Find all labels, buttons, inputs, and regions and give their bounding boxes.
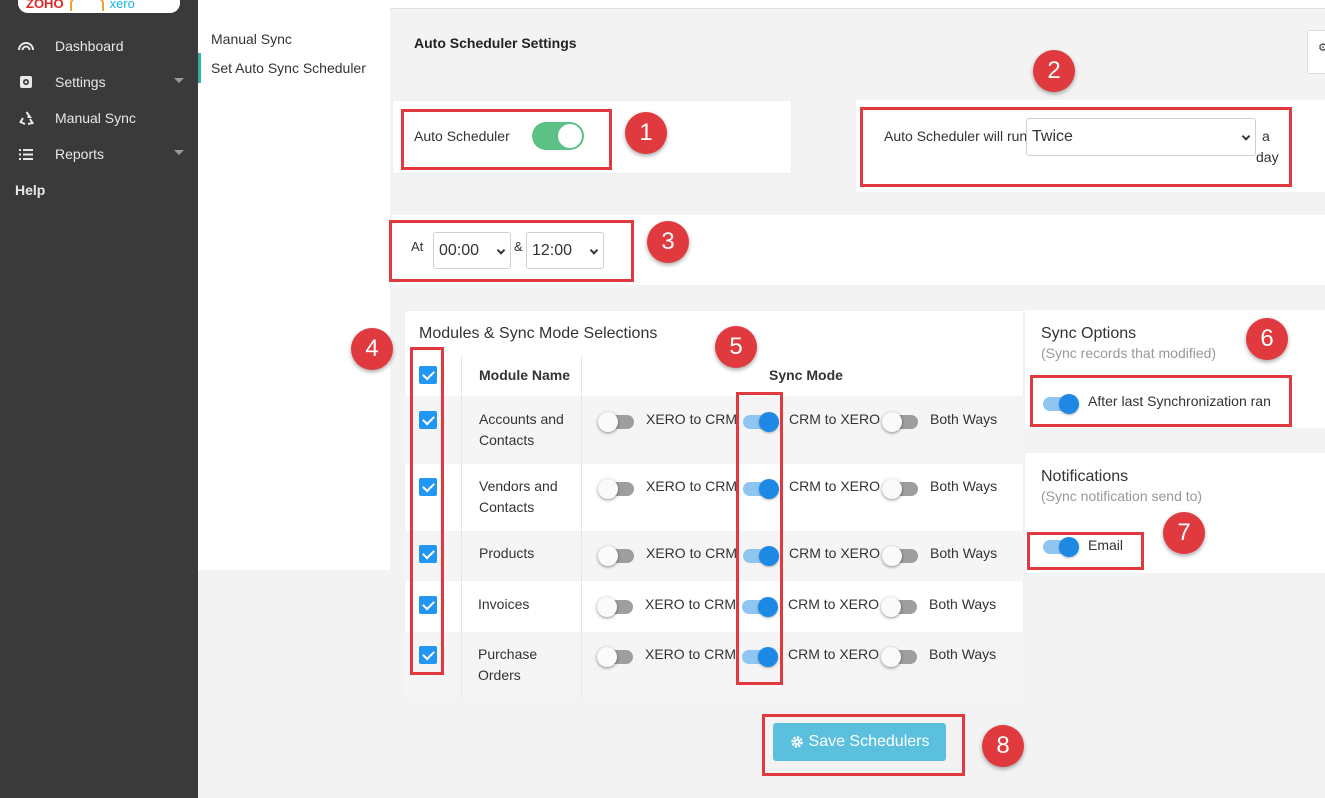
annotation-badge-8: 8 [982, 725, 1024, 767]
subnav-item-manual-sync[interactable]: Manual Sync [198, 24, 390, 54]
chevron-down-icon [174, 78, 184, 83]
module-name-header: Module Name [479, 367, 571, 383]
annotation-box-6 [1030, 375, 1292, 427]
annotation-box-4 [410, 347, 444, 675]
sub-navigation: Manual Sync Set Auto Sync Scheduler [198, 0, 390, 570]
page-title: Auto Scheduler Settings [414, 35, 577, 51]
sync-options-subtitle: (Sync records that modified) [1041, 345, 1217, 361]
sidebar-item-label: Settings [55, 74, 106, 90]
annotation-badge-5: 5 [715, 326, 757, 368]
sidebar-item-dashboard[interactable]: Dashboard [0, 28, 198, 64]
connector-logo-icon [69, 0, 104, 11]
subnav-item-auto-sync-scheduler[interactable]: Set Auto Sync Scheduler [198, 53, 390, 83]
zoho-logo-text: ZOHO [26, 0, 64, 11]
sidebar-item-label: Reports [55, 146, 105, 162]
both-ways-label: Both Ways [930, 478, 998, 494]
modules-title: Modules & Sync Mode Selections [419, 325, 658, 342]
xero-to-crm-label: XERO to CRM [646, 545, 738, 561]
both-ways-label: Both Ways [929, 596, 997, 612]
crm-to-xero-label: CRM to XERO [789, 545, 881, 561]
annotation-box-5 [736, 392, 783, 685]
both-ways-label: Both Ways [930, 411, 998, 427]
both-ways-label: Both Ways [929, 646, 997, 662]
zoho-xero-logo: ZOHO xero [18, 0, 180, 13]
annotation-badge-7: 7 [1163, 512, 1205, 554]
annotation-badge-6: 6 [1246, 318, 1288, 360]
annotation-badge-2: 2 [1033, 50, 1075, 92]
sidebar-item-label: Dashboard [55, 38, 124, 54]
annotation-badge-3: 3 [647, 221, 689, 263]
xero-to-crm-label: XERO to CRM [646, 478, 738, 494]
both-ways-switch[interactable] [882, 411, 918, 432]
module-name-line-2: Contacts [479, 499, 535, 515]
crm-to-xero-label: CRM to XERO [789, 478, 881, 494]
module-name-line-1: Products [479, 545, 535, 561]
sync-recycle-icon [18, 111, 34, 125]
annotation-box-8 [762, 714, 965, 776]
sidebar-item-label: Manual Sync [55, 110, 136, 126]
crm-to-xero-label: CRM to XERO [788, 596, 880, 612]
both-ways-label: Both Ways [930, 545, 998, 561]
xero-to-crm-switch[interactable] [598, 478, 634, 499]
sidebar-item-reports[interactable]: Reports [0, 136, 198, 172]
xero-to-crm-label: XERO to CRM [645, 646, 737, 662]
column-divider [461, 356, 462, 698]
notifications-title: Notifications [1041, 468, 1129, 485]
list-icon [18, 148, 34, 160]
sync-mode-header: Sync Mode [769, 367, 843, 383]
sidebar-item-help[interactable]: Help [0, 172, 198, 208]
annotation-box-3 [389, 220, 634, 282]
xero-to-crm-switch[interactable] [598, 545, 634, 566]
settings-cog-icon [18, 75, 34, 89]
xero-to-crm-switch[interactable] [597, 596, 633, 617]
both-ways-switch[interactable] [882, 545, 918, 566]
both-ways-switch[interactable] [881, 646, 917, 667]
dashboard-gauge-icon [18, 41, 34, 51]
crm-to-xero-label: CRM to XERO [789, 411, 881, 427]
module-name-line-1: Vendors and [479, 478, 558, 494]
sidebar: ZOHO xero Dashboard Settings Manual Sync… [0, 0, 198, 798]
top-right-settings-button[interactable]: ⚙ [1307, 30, 1325, 74]
both-ways-switch[interactable] [881, 596, 917, 617]
module-name-line-1: Accounts and [479, 411, 564, 427]
notifications-subtitle: (Sync notification send to) [1041, 488, 1203, 504]
xero-to-crm-label: XERO to CRM [645, 596, 737, 612]
module-name-line-1: Invoices [478, 596, 530, 612]
module-name-line-2: Contacts [479, 432, 535, 448]
xero-to-crm-label: XERO to CRM [646, 411, 738, 427]
sync-options-title: Sync Options [1041, 325, 1137, 342]
xero-to-crm-switch[interactable] [597, 646, 633, 667]
annotation-box-1 [401, 109, 612, 170]
module-name-line-2: Orders [478, 667, 521, 683]
xero-to-crm-switch[interactable] [598, 411, 634, 432]
module-name-line-1: Purchase [478, 646, 538, 662]
annotation-badge-4: 4 [351, 328, 393, 370]
both-ways-switch[interactable] [882, 478, 918, 499]
annotation-box-2 [860, 107, 1292, 187]
column-divider [581, 356, 582, 698]
sidebar-item-manual-sync[interactable]: Manual Sync [0, 100, 198, 136]
sidebar-item-settings[interactable]: Settings [0, 64, 198, 100]
annotation-box-7 [1027, 532, 1144, 570]
chevron-down-icon [174, 150, 184, 155]
xero-logo-text: xero [109, 0, 135, 11]
crm-to-xero-label: CRM to XERO [788, 646, 880, 662]
annotation-badge-1: 1 [625, 112, 667, 154]
